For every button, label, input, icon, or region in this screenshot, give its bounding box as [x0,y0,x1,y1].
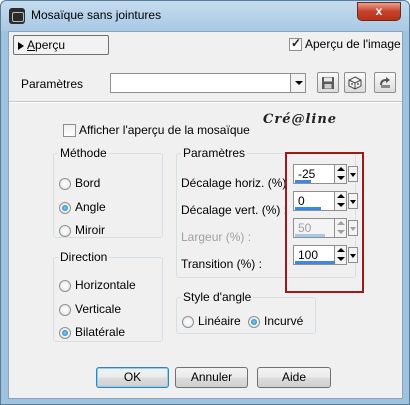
corner-style-option-incurve[interactable]: Incurvé [248,314,303,328]
cancel-button[interactable]: Annuler [175,367,248,388]
dice-icon [348,76,362,90]
preset-row: Paramètres [11,67,401,99]
title-bar[interactable]: Mosaïque sans jointures x [1,1,409,31]
corner-style-legend: Style d'angle [183,290,252,304]
corner-style-option-label: Linéaire [198,314,241,328]
preview-label: perçu [35,38,66,52]
separator [9,101,402,103]
image-preview-checkbox[interactable]: Aperçu de l'image [289,36,401,52]
radio-icon[interactable] [59,279,71,292]
direction-legend: Direction [60,250,108,264]
random-preset-button[interactable] [344,72,366,93]
method-option-angle[interactable]: Angle [59,200,106,214]
method-option-bord[interactable]: Bord [59,176,100,190]
radio-icon[interactable] [59,303,71,316]
corner-style-group: Style d'angle Linéaire Incurvé [176,290,316,334]
radio-icon[interactable] [182,315,194,328]
direction-option-horizontale[interactable]: Horizontale [59,278,136,292]
save-preset-button[interactable] [317,72,339,93]
radio-selected-icon[interactable] [59,201,71,214]
method-option-label: Angle [75,200,106,214]
radio-selected-icon[interactable] [248,315,260,328]
parameters-legend: Paramètres [183,146,246,160]
dialog-client-area: Aperçu Aperçu de l'image Paramètres [8,31,403,399]
direction-option-bilaterale[interactable]: Bilatérale [59,325,125,339]
preview-accel-letter: A [27,38,36,52]
corner-style-option-lineaire[interactable]: Linéaire [182,314,241,328]
method-option-label: Miroir [75,223,105,237]
reset-icon [380,77,390,88]
corner-style-option-label: Incurvé [264,314,304,328]
annotation-highlight-box [285,152,364,293]
preset-combobox[interactable] [110,73,306,93]
direction-option-label: Bilatérale [75,325,126,339]
direction-option-verticale[interactable]: Verticale [59,302,121,316]
show-tile-preview-checkbox[interactable]: Afficher l'aperçu de la mosaïque [63,123,250,138]
reset-preset-button[interactable] [374,72,396,93]
direction-group: Direction Horizontale Verticale Bilatéra… [53,250,163,342]
radio-icon[interactable] [59,177,71,190]
chevron-down-icon[interactable] [290,74,305,92]
direction-option-label: Verticale [75,302,122,316]
dialog-window: Mosaïque sans jointures x Aperçu Aperçu … [0,0,410,405]
checkbox-checked-icon[interactable] [289,36,302,52]
method-legend: Méthode [60,146,107,160]
radio-icon[interactable] [59,224,71,237]
param-label-transition: Transition (%) : [181,257,262,271]
method-group: Méthode Bord Angle Miroir [53,146,163,238]
expand-triangle-icon [18,41,24,50]
preset-label: Paramètres [21,77,84,91]
image-preview-label: Aperçu de l'image [305,37,401,51]
creator-logo: Cré@line [263,112,338,127]
preview-toggle-button[interactable]: Aperçu [13,35,109,55]
close-button[interactable]: x [357,2,401,21]
app-icon [9,8,25,24]
param-label-width: Largeur (%) : [181,230,252,244]
param-label-horiz-offset: Décalage horiz. (%) [181,176,287,190]
method-option-label: Bord [75,176,101,190]
checkbox-unchecked-icon[interactable] [63,124,76,138]
floppy-disk-icon [322,77,334,89]
direction-option-label: Horizontale [75,278,136,292]
radio-selected-icon[interactable] [59,326,71,339]
help-button[interactable]: Aide [257,367,331,388]
param-label-vert-offset: Décalage vert. (%) : [181,203,288,217]
window-title: Mosaïque sans jointures [31,8,162,22]
method-option-miroir[interactable]: Miroir [59,223,105,237]
ok-button[interactable]: OK [96,367,169,388]
show-tile-preview-label: Afficher l'aperçu de la mosaïque [79,123,250,137]
